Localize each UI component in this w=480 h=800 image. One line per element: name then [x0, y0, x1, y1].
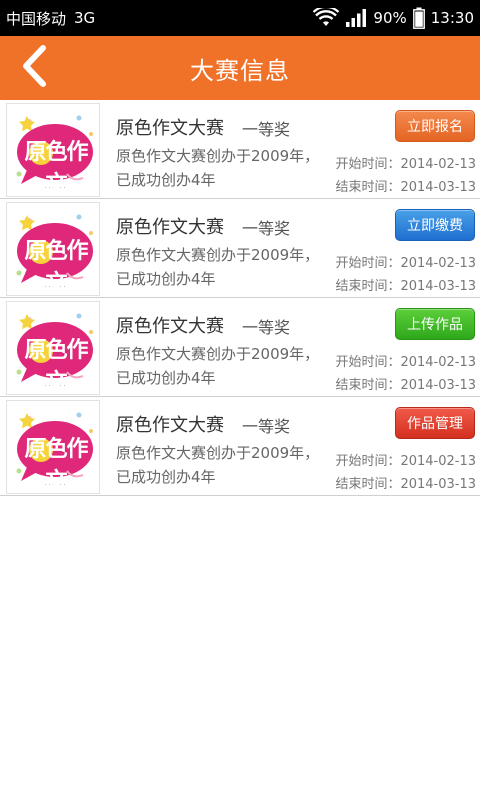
contest-item[interactable]: · · · · · · 原色作文 原色作文大赛 一等奖 原色作文大赛创办于200…: [0, 397, 480, 496]
chevron-left-icon: [19, 44, 49, 92]
contest-item[interactable]: · · · · · · 原色作文 原色作文大赛 一等奖 原色作文大赛创办于200…: [0, 199, 480, 298]
back-button[interactable]: [12, 44, 56, 92]
start-date: 开始时间：2014-02-13: [335, 454, 476, 469]
battery-percent: 90%: [373, 9, 407, 27]
contest-description: 原色作文大赛创办于2009年，已成功创办4年: [116, 246, 320, 288]
upload-work-button[interactable]: 上传作品: [395, 308, 475, 340]
page-title: 大赛信息: [190, 56, 290, 85]
clock: 13:30: [430, 9, 474, 27]
end-date: 结束时间：2014-03-13: [335, 279, 476, 294]
status-right: 90% 13:30: [313, 7, 474, 29]
contest-award: 一等奖: [242, 417, 291, 436]
contest-award: 一等奖: [242, 219, 291, 238]
start-date: 开始时间：2014-02-13: [335, 355, 476, 370]
contest-logo: · · · · · · 原色作文: [6, 202, 100, 296]
end-date: 结束时间：2014-03-13: [335, 180, 476, 195]
contest-name: 原色作文大赛: [116, 118, 224, 139]
app-header: 大赛信息: [0, 36, 480, 100]
contest-description: 原色作文大赛创办于2009年，已成功创办4年: [116, 345, 320, 387]
status-left: 中国移动 3G: [6, 8, 95, 29]
contest-list: · · · · · · 原色作文 原色作文大赛 一等奖 原色作文大赛创办于200…: [0, 100, 480, 496]
start-date: 开始时间：2014-02-13: [335, 157, 476, 172]
contest-award: 一等奖: [242, 120, 291, 139]
logo-text: 原色作文: [24, 239, 88, 296]
carrier-name: 中国移动: [6, 9, 67, 28]
contest-name: 原色作文大赛: [116, 316, 224, 337]
contest-logo: · · · · · · 原色作文: [6, 400, 100, 494]
register-button[interactable]: 立即报名: [395, 110, 475, 142]
contest-item[interactable]: · · · · · · 原色作文 原色作文大赛 一等奖 原色作文大赛创办于200…: [0, 298, 480, 397]
contest-name: 原色作文大赛: [116, 217, 224, 238]
end-date: 结束时间：2014-03-13: [335, 378, 476, 393]
logo-text: 原色作文: [24, 338, 88, 395]
contest-logo: · · · · · · 原色作文: [6, 103, 100, 197]
status-bar: 中国移动 3G 90% 13:30: [0, 0, 480, 36]
pay-button[interactable]: 立即缴费: [395, 209, 475, 241]
start-date: 开始时间：2014-02-13: [335, 256, 476, 271]
battery-icon: [412, 7, 425, 29]
contest-name: 原色作文大赛: [116, 415, 224, 436]
end-date: 结束时间：2014-03-13: [335, 477, 476, 492]
network-type: 3G: [74, 9, 96, 27]
contest-item[interactable]: · · · · · · 原色作文 原色作文大赛 一等奖 原色作文大赛创办于200…: [0, 100, 480, 199]
contest-award: 一等奖: [242, 318, 291, 337]
manage-works-button[interactable]: 作品管理: [395, 407, 475, 439]
wifi-icon: [313, 8, 340, 28]
contest-description: 原色作文大赛创办于2009年，已成功创办4年: [116, 147, 320, 189]
logo-text: 原色作文: [24, 437, 88, 494]
contest-description: 原色作文大赛创办于2009年，已成功创办4年: [116, 444, 320, 486]
logo-text: 原色作文: [24, 140, 88, 197]
contest-logo: · · · · · · 原色作文: [6, 301, 100, 395]
signal-icon: [345, 8, 367, 28]
